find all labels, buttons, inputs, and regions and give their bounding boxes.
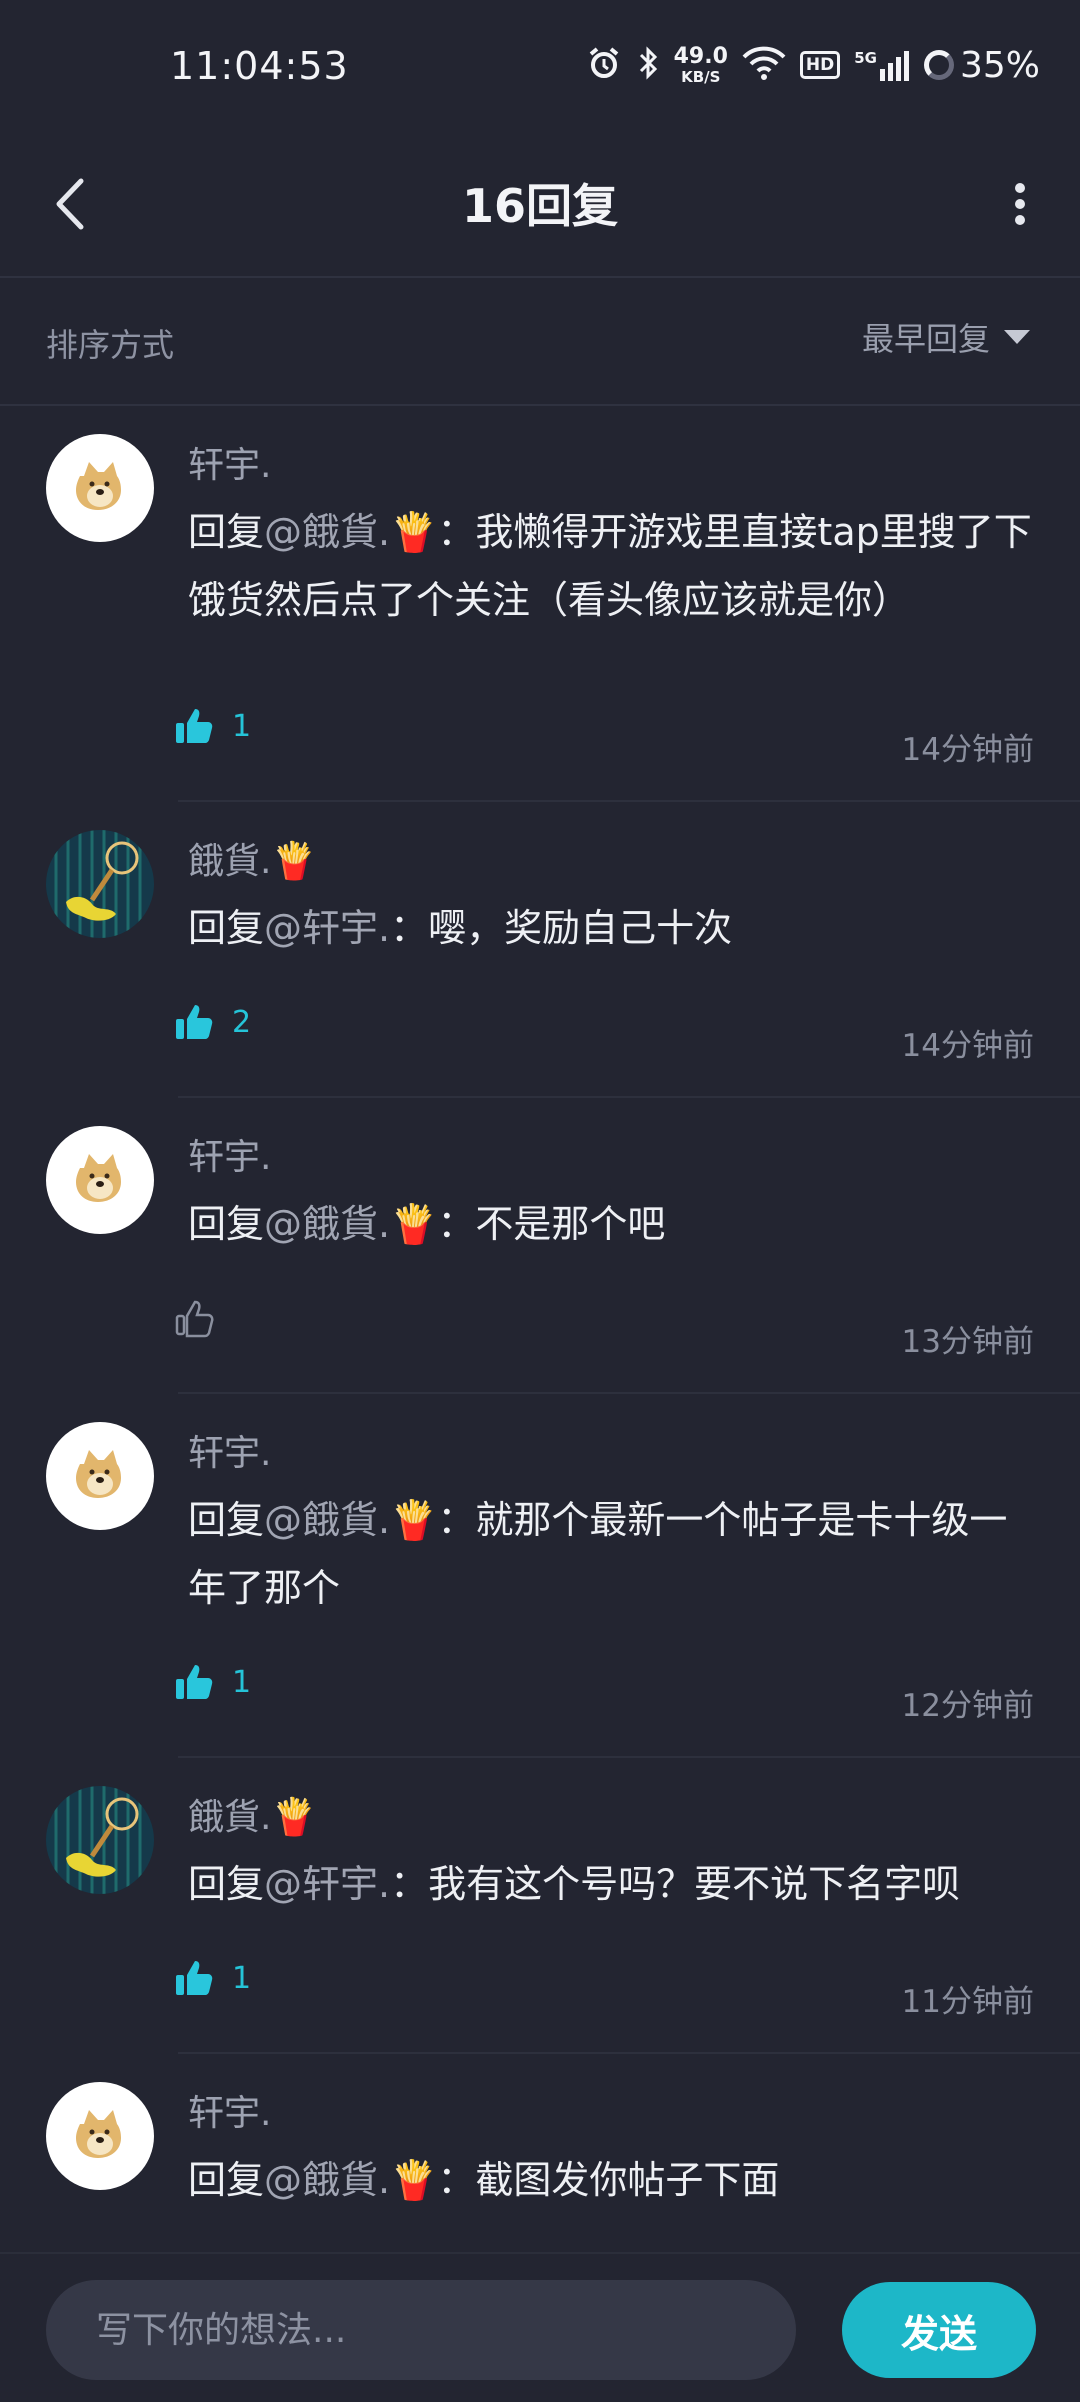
reply-time: 13分钟前	[901, 1324, 1034, 1360]
reply-list[interactable]: 轩宇. 回复@餓貨.🍟：我懒得开游戏里直接tap里搜了下饿货然后点了个关注（看头…	[0, 406, 1080, 2251]
battery-indicator: 35%	[923, 44, 1040, 86]
mention-link[interactable]: @餓貨.🍟	[264, 510, 437, 554]
send-button[interactable]: 发送	[842, 2282, 1036, 2378]
status-bar: 11:04:53 49.0 KB/S HD 5G 35%	[0, 0, 1080, 130]
reply-time: 11分钟前	[901, 1984, 1034, 2020]
avatar[interactable]	[46, 1786, 154, 1894]
doge-avatar-icon	[76, 2110, 121, 2158]
signal-icon: 5G	[854, 49, 910, 81]
reply-item: 轩宇. 回复@餓貨.🍟：不是那个吧 13分钟前	[0, 1098, 1080, 1394]
like-count: 2	[232, 1004, 252, 1040]
net-speed: 49.0 KB/S	[673, 43, 728, 86]
bluetooth-icon	[636, 45, 660, 85]
reply-username[interactable]: 轩宇.	[188, 2084, 271, 2136]
sort-label: 排序方式	[46, 326, 175, 364]
reply-time: 14分钟前	[901, 1028, 1034, 1064]
like-button[interactable]: 1	[174, 1662, 251, 1702]
thumbs-up-icon	[176, 1665, 213, 1699]
like-count: 1	[232, 1664, 252, 1700]
doge-avatar-icon	[76, 462, 121, 510]
reply-item: 轩宇. 回复@餓貨.🍟：我懒得开游戏里直接tap里搜了下饿货然后点了个关注（看头…	[0, 406, 1080, 802]
mention-link[interactable]: @餓貨.🍟	[264, 1498, 437, 1542]
doge-avatar-icon	[76, 1450, 121, 1498]
reply-text: 回复@餓貨.🍟：不是那个吧	[188, 1202, 666, 1246]
reply-item: 餓貨.🍟 回复@轩宇.：我有这个号吗？要不说下名字呗 1 11分钟前	[0, 1758, 1080, 2054]
thumbs-up-outline-icon	[175, 1300, 214, 1338]
like-count: 1	[232, 708, 252, 744]
reply-time: 14分钟前	[901, 732, 1034, 768]
thumbs-up-icon	[176, 1005, 213, 1039]
avatar[interactable]	[46, 2082, 154, 2190]
reply-text: 回复@轩宇.：嘤，奖励自己十次	[188, 906, 733, 950]
battery-level: 35%	[959, 44, 1040, 86]
alarm-icon	[586, 45, 622, 85]
doge-avatar-icon	[76, 1154, 121, 1202]
mention-link[interactable]: @餓貨.🍟	[264, 2158, 437, 2202]
hd-badge: HD	[799, 51, 841, 79]
thumbs-up-icon	[176, 709, 213, 743]
reply-text: 回复@轩宇.：我有这个号吗？要不说下名字呗	[188, 1862, 961, 1906]
more-vertical-icon	[1015, 183, 1025, 225]
reply-item: 轩宇. 回复@餓貨.🍟：就那个最新一个帖子是卡十级一年了那个 1 12分钟前	[0, 1394, 1080, 1758]
header: 16回复	[0, 130, 1080, 278]
status-icons: 49.0 KB/S HD 5G 35%	[586, 40, 1040, 90]
like-button[interactable]: 1	[174, 706, 251, 746]
thumbs-up-icon	[176, 1961, 213, 1995]
comment-input[interactable]	[46, 2280, 796, 2380]
mention-link[interactable]: @餓貨.🍟	[264, 1202, 437, 1246]
like-button[interactable]: 2	[174, 1002, 251, 1042]
reply-time: 12分钟前	[901, 1688, 1034, 1724]
reply-text: 回复@餓貨.🍟：我懒得开游戏里直接tap里搜了下饿货然后点了个关注（看头像应该就…	[188, 510, 1032, 622]
avatar[interactable]	[46, 434, 154, 542]
avatar[interactable]	[46, 1126, 154, 1234]
reply-username[interactable]: 餓貨.🍟	[188, 1788, 316, 1840]
mention-link[interactable]: @轩宇.	[264, 906, 390, 950]
like-button[interactable]	[174, 1298, 232, 1338]
sort-bar: 排序方式 最早回复	[0, 278, 1080, 406]
reply-text: 回复@餓貨.🍟：就那个最新一个帖子是卡十级一年了那个	[188, 1498, 1008, 1610]
reply-text: 回复@餓貨.🍟：截图发你帖子下面	[188, 2158, 780, 2202]
battery-icon	[923, 50, 954, 80]
like-button[interactable]: 1	[174, 1958, 251, 1998]
sort-dropdown[interactable]: 最早回复	[862, 314, 1030, 360]
avatar[interactable]	[46, 1422, 154, 1530]
reply-item: 轩宇. 回复@餓貨.🍟：截图发你帖子下面	[0, 2054, 1080, 2251]
avatar[interactable]	[46, 830, 154, 938]
caret-down-icon	[1004, 330, 1030, 344]
like-count: 1	[232, 1960, 252, 1996]
reply-username[interactable]: 轩宇.	[188, 1128, 271, 1180]
reply-username[interactable]: 轩宇.	[188, 436, 271, 488]
more-button[interactable]	[990, 164, 1050, 244]
butterfly-net-avatar-icon	[54, 830, 142, 938]
sort-selected: 最早回复	[861, 320, 990, 358]
wifi-icon	[742, 46, 786, 84]
mention-link[interactable]: @轩宇.	[264, 1862, 390, 1906]
status-time: 11:04:53	[170, 44, 349, 88]
composer-bar: 发送	[0, 2252, 1080, 2402]
butterfly-net-avatar-icon	[54, 1786, 142, 1894]
reply-item: 餓貨.🍟 回复@轩宇.：嘤，奖励自己十次 2 14分钟前	[0, 802, 1080, 1098]
page-title: 16回复	[461, 179, 618, 233]
reply-username[interactable]: 轩宇.	[188, 1424, 271, 1476]
reply-username[interactable]: 餓貨.🍟	[188, 832, 316, 884]
